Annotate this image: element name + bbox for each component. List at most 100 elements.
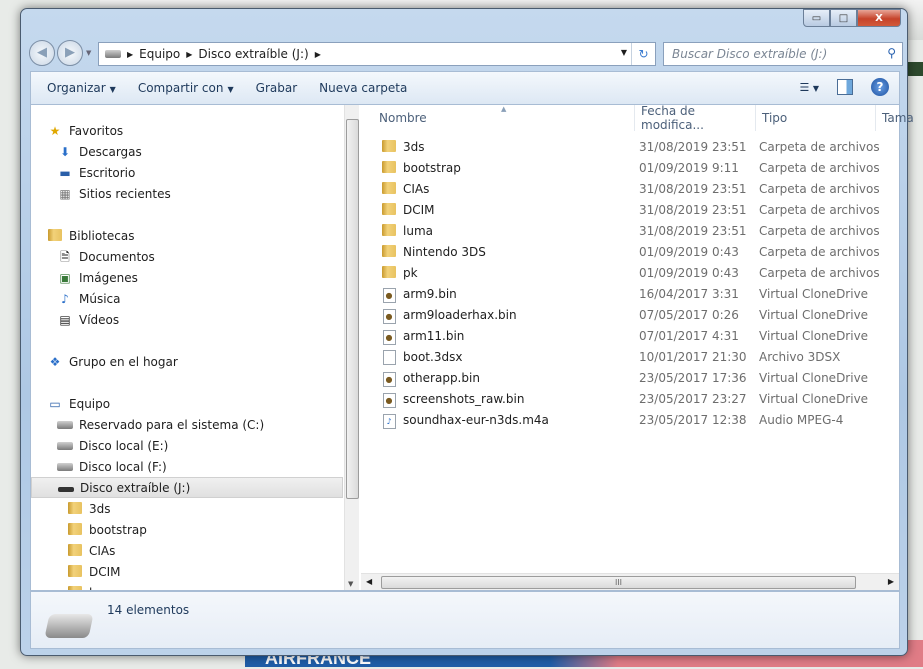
nav-drive-e[interactable]: Disco local (E:) xyxy=(57,435,168,456)
nav-scrollbar[interactable]: ▼ xyxy=(344,105,359,590)
nav-folder-3ds[interactable]: 3ds xyxy=(67,498,111,519)
close-button[interactable]: X xyxy=(857,9,901,27)
folder-icon xyxy=(67,543,83,558)
file-name: otherapp.bin xyxy=(403,370,480,385)
nav-libraries[interactable]: Bibliotecas xyxy=(47,225,134,246)
file-row[interactable]: ● otherapp.bin 23/05/2017 17:36 Virtual Clo… xyxy=(381,367,881,388)
burn-button[interactable]: Grabar xyxy=(256,81,298,95)
column-date[interactable]: Fecha de modifica... xyxy=(635,104,756,132)
file-date: 10/01/2017 21:30 xyxy=(639,349,747,364)
nav-folder-cias[interactable]: CIAs xyxy=(67,540,115,561)
scroll-down-arrow[interactable]: ▼ xyxy=(348,580,353,588)
file-row[interactable]: CIAs 31/08/2019 23:51 Carpeta de archivos xyxy=(381,178,881,199)
maximize-button[interactable]: □ xyxy=(830,9,857,27)
file-type: Virtual CloneDrive xyxy=(759,286,869,301)
content-pane: ★ Favoritos ⬇ Descargas ▬ Escritorio ▦ Sitio… xyxy=(30,104,914,591)
nav-drive-j[interactable]: Disco extraíble (J:) xyxy=(31,477,343,498)
search-icon[interactable]: ⚲ xyxy=(887,46,896,60)
search-input[interactable]: Buscar Disco extraíble (J:) ⚲ xyxy=(663,42,903,66)
share-button[interactable]: Compartir con ▼ xyxy=(138,81,234,95)
folder-icon xyxy=(381,181,397,196)
address-bar[interactable]: ▶ Equipo ▶ Disco extraíble (J:) ▶ ▼ ↻ xyxy=(98,42,656,66)
nav-homegroup[interactable]: ❖ Grupo en el hogar xyxy=(47,351,178,372)
nav-favorites[interactable]: ★ Favoritos xyxy=(47,120,124,141)
file-row[interactable]: 3ds 31/08/2019 23:51 Carpeta de archivos xyxy=(381,136,881,157)
nav-folder-luma[interactable]: luma xyxy=(67,582,119,590)
drive-icon xyxy=(57,418,73,432)
computer-icon: ▭ xyxy=(49,396,61,411)
file-list: ▲ Nombre Fecha de modifica... Tipo Tama … xyxy=(361,104,914,590)
folder-icon xyxy=(381,202,397,217)
nav-downloads[interactable]: ⬇ Descargas xyxy=(57,141,142,162)
scroll-right-arrow[interactable]: ▶ xyxy=(888,577,894,586)
videos-icon: ▤ xyxy=(59,312,71,327)
file-row[interactable]: ● screenshots_raw.bin 23/05/2017 23:27 Virt… xyxy=(381,388,881,409)
breadcrumb-equipo[interactable]: Equipo xyxy=(139,47,180,61)
new-folder-button[interactable]: Nueva carpeta xyxy=(319,81,407,95)
nav-music[interactable]: ♪ Música xyxy=(57,288,120,309)
nav-drive-c[interactable]: Reservado para el sistema (C:) xyxy=(57,414,264,435)
libraries-icon xyxy=(47,228,63,243)
folder-icon xyxy=(67,585,83,590)
nav-folder-dcim[interactable]: DCIM xyxy=(67,561,121,582)
column-type[interactable]: Tipo xyxy=(756,105,876,131)
file-row[interactable]: pk 01/09/2019 0:43 Carpeta de archivos xyxy=(381,262,881,283)
file-row[interactable]: ● arm11.bin 07/01/2017 4:31 Virtual CloneDr… xyxy=(381,325,881,346)
nav-documents[interactable]: 🗎 Documentos xyxy=(57,246,155,267)
toolbar: Organizar ▼ Compartir con ▼ Grabar Nueva c… xyxy=(30,71,900,104)
nav-recent[interactable]: ▦ Sitios recientes xyxy=(57,183,170,204)
details-pane: 14 elementos xyxy=(30,591,900,649)
horizontal-scrollbar[interactable]: ◀ III ▶ xyxy=(361,573,899,590)
file-type: Virtual CloneDrive xyxy=(759,328,869,343)
removable-drive-icon xyxy=(44,614,94,638)
file-name: soundhax-eur-n3ds.m4a xyxy=(403,412,549,427)
file-type: Virtual CloneDrive xyxy=(759,370,869,385)
address-dropdown[interactable]: ▼ xyxy=(621,48,627,57)
file-row[interactable]: luma 31/08/2019 23:51 Carpeta de archivos xyxy=(381,220,881,241)
nav-drive-f[interactable]: Disco local (F:) xyxy=(57,456,167,477)
file-date: 31/08/2019 23:51 xyxy=(639,202,747,217)
nav-videos[interactable]: ▤ Vídeos xyxy=(57,309,119,330)
file-date: 01/09/2019 9:11 xyxy=(639,160,739,175)
organize-button[interactable]: Organizar ▼ xyxy=(47,81,116,95)
forward-button[interactable]: ▶ xyxy=(57,40,83,66)
file-type: Carpeta de archivos xyxy=(759,244,880,259)
disc-image-icon: ● xyxy=(381,329,397,345)
preview-pane-icon[interactable] xyxy=(837,79,853,95)
help-icon[interactable]: ? xyxy=(871,78,889,96)
minimize-button[interactable]: ▭ xyxy=(803,9,830,27)
breadcrumb-drive[interactable]: Disco extraíble (J:) xyxy=(198,47,308,61)
file-row[interactable]: DCIM 31/08/2019 23:51 Carpeta de archivos xyxy=(381,199,881,220)
column-size[interactable]: Tama xyxy=(876,105,914,131)
folder-icon xyxy=(67,564,83,579)
file-name: DCIM xyxy=(403,202,435,217)
horizontal-scroll-thumb[interactable]: III xyxy=(381,576,856,589)
nav-pictures[interactable]: ▣ Imágenes xyxy=(57,267,138,288)
view-options-icon[interactable]: ☰ ▼ xyxy=(799,81,819,94)
nav-scroll-thumb[interactable] xyxy=(346,119,359,499)
back-button[interactable]: ◀ xyxy=(29,40,55,66)
nav-folder-bootstrap[interactable]: bootstrap xyxy=(67,519,147,540)
column-name[interactable]: Nombre xyxy=(361,105,635,131)
refresh-icon[interactable]: ↻ xyxy=(631,43,655,65)
file-row[interactable]: Nintendo 3DS 01/09/2019 0:43 Carpeta de ar… xyxy=(381,241,881,262)
file-row[interactable]: ♪ soundhax-eur-n3ds.m4a 23/05/2017 12:38 Au… xyxy=(381,409,881,430)
homegroup-icon: ❖ xyxy=(49,354,61,369)
file-name: pk xyxy=(403,265,418,280)
file-name: CIAs xyxy=(403,181,430,196)
folder-icon xyxy=(67,522,83,537)
disc-image-icon: ● xyxy=(381,371,397,387)
folder-icon xyxy=(381,160,397,175)
recent-places-icon: ▦ xyxy=(59,186,71,201)
file-row[interactable]: ● arm9.bin 16/04/2017 3:31 Virtual CloneDri… xyxy=(381,283,881,304)
scroll-left-arrow[interactable]: ◀ xyxy=(366,577,372,586)
disc-image-icon: ● xyxy=(381,308,397,324)
file-date: 23/05/2017 12:38 xyxy=(639,412,747,427)
file-row[interactable]: bootstrap 01/09/2019 9:11 Carpeta de archi… xyxy=(381,157,881,178)
file-type: Virtual CloneDrive xyxy=(759,307,869,322)
nav-desktop[interactable]: ▬ Escritorio xyxy=(57,162,135,183)
nav-computer[interactable]: ▭ Equipo xyxy=(47,393,110,414)
file-row[interactable]: boot.3dsx 10/01/2017 21:30 Archivo 3DSX xyxy=(381,346,881,367)
recent-pages-dropdown[interactable]: ▼ xyxy=(86,49,91,57)
file-row[interactable]: ● arm9loaderhax.bin 07/05/2017 0:26 Virtual… xyxy=(381,304,881,325)
